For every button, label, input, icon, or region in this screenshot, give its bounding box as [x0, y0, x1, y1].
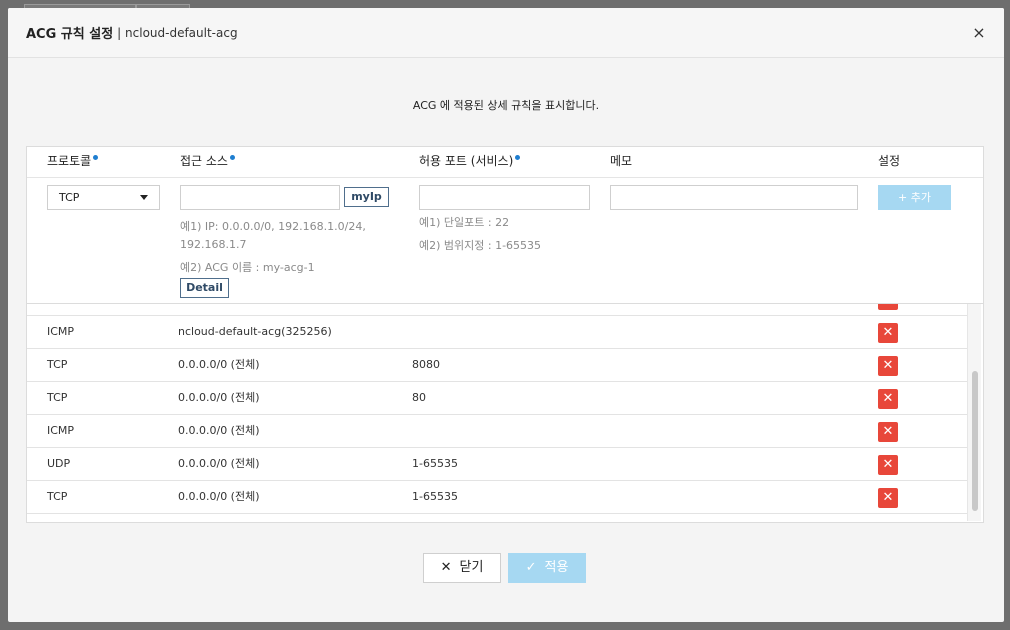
delete-rule-button[interactable]: ✕	[878, 356, 898, 376]
column-header-setting: 설정	[878, 154, 901, 168]
column-label: 프로토콜	[47, 154, 92, 168]
close-icon: ✕	[882, 457, 894, 472]
column-header-protocol: 프로토콜	[47, 147, 99, 178]
source-hint: 예2) ACG 이름 : my-acg-1	[180, 261, 315, 274]
table-row: TCP 0.0.0.0/0 (전체) 80 ✕	[27, 382, 967, 415]
port-hint: 예2) 범위지정 : 1-65535	[419, 239, 542, 252]
source-hint: 192.168.1.7	[180, 238, 247, 251]
caret-down-icon	[140, 195, 148, 200]
delete-rule-button[interactable]: ✕	[878, 389, 898, 409]
rule-port: 1-65535	[412, 490, 458, 503]
required-dot-icon	[93, 155, 99, 160]
column-label: 허용 포트 (서비스)	[419, 154, 514, 168]
rule-source: 0.0.0.0/0 (전체)	[178, 424, 260, 437]
scrollbar-thumb[interactable]	[972, 371, 978, 511]
rule-protocol: ICMP	[47, 424, 75, 437]
modal-header: ACG 규칙 설정 | ncloud-default-acg ×	[8, 8, 1004, 58]
rule-port: 1-65535	[412, 457, 458, 470]
required-dot-icon	[515, 155, 521, 160]
close-icon: ✕	[882, 358, 894, 373]
rule-source: 0.0.0.0/0 (전체)	[178, 490, 260, 503]
table-row: UDP 0.0.0.0/0 (전체) 1-65535 ✕	[27, 448, 967, 481]
delete-rule-button[interactable]: ✕	[878, 422, 898, 442]
modal-subtitle: | ncloud-default-acg	[117, 25, 238, 40]
rules-scrollbar[interactable]	[967, 297, 981, 521]
check-icon: ✓	[525, 560, 537, 575]
rule-input-row: TCP myIp 예1) IP: 0.0.0.0/0, 192.168.1.0/…	[27, 178, 983, 304]
rule-protocol: TCP	[47, 391, 68, 404]
port-input[interactable]	[419, 185, 590, 210]
memo-input[interactable]	[610, 185, 858, 210]
rule-protocol: UDP	[47, 457, 71, 470]
rules-list: UDPncloud-default-acg(325256)1-65535✕ICM…	[27, 297, 967, 522]
rule-port: 80	[412, 391, 426, 404]
source-hint: 예1) IP: 0.0.0.0/0, 192.168.1.0/24,	[180, 220, 366, 233]
column-label: 접근 소스	[180, 154, 228, 168]
apply-button-label: 적용	[544, 560, 569, 575]
table-row: ICMP 0.0.0.0/0 (전체) ✕	[27, 415, 967, 448]
delete-rule-button[interactable]: ✕	[878, 455, 898, 475]
rule-protocol: ICMP	[47, 325, 75, 338]
table-row: ICMP ncloud-default-acg(325256) ✕	[27, 316, 967, 349]
background-tabs	[0, 0, 1010, 10]
port-hint: 예1) 단일포트 : 22	[419, 216, 510, 229]
modal-title: ACG 규칙 설정	[26, 27, 114, 42]
column-header-memo: 메모	[610, 154, 633, 168]
close-icon[interactable]: ×	[970, 24, 988, 42]
source-input[interactable]	[180, 185, 340, 210]
detail-button[interactable]: Detail	[180, 278, 229, 298]
rule-protocol: TCP	[47, 358, 68, 371]
table-row: TCP 0.0.0.0/0 (전체) 8080 ✕	[27, 349, 967, 382]
close-icon: ✕	[882, 490, 894, 505]
close-icon: ✕	[882, 424, 894, 439]
close-icon: ✕	[440, 560, 452, 575]
acg-rule-modal: ACG 규칙 설정 | ncloud-default-acg × ACG 에 적…	[8, 8, 1004, 622]
close-icon: ✕	[882, 391, 894, 406]
close-button-label: 닫기	[459, 560, 484, 575]
protocol-select[interactable]: TCP	[47, 185, 160, 210]
myip-button[interactable]: myIp	[344, 187, 389, 207]
rule-protocol: TCP	[47, 490, 68, 503]
rule-port: 8080	[412, 358, 440, 371]
column-header-source: 접근 소스	[180, 147, 235, 178]
rule-source: 0.0.0.0/0 (전체)	[178, 457, 260, 470]
close-button[interactable]: ✕ 닫기	[423, 553, 501, 583]
add-rule-button[interactable]: + 추가	[878, 185, 951, 210]
table-row: TCP 0.0.0.0/0 (전체) 1-65535 ✕	[27, 481, 967, 514]
rule-source: 0.0.0.0/0 (전체)	[178, 391, 260, 404]
protocol-select-value: TCP	[59, 191, 80, 204]
rules-table: 프로토콜 접근 소스 허용 포트 (서비스) 메모 설정 TCP myIp 예1…	[26, 146, 984, 523]
apply-button[interactable]: ✓ 적용	[508, 553, 586, 583]
modal-description: ACG 에 적용된 상세 규칙을 표시합니다.	[412, 99, 600, 112]
delete-rule-button[interactable]: ✕	[878, 323, 898, 343]
required-dot-icon	[229, 155, 235, 160]
column-header-port: 허용 포트 (서비스)	[419, 147, 521, 178]
delete-rule-button[interactable]: ✕	[878, 488, 898, 508]
rule-source: ncloud-default-acg(325256)	[178, 325, 332, 338]
rule-source: 0.0.0.0/0 (전체)	[178, 358, 260, 371]
close-icon: ✕	[882, 325, 894, 340]
